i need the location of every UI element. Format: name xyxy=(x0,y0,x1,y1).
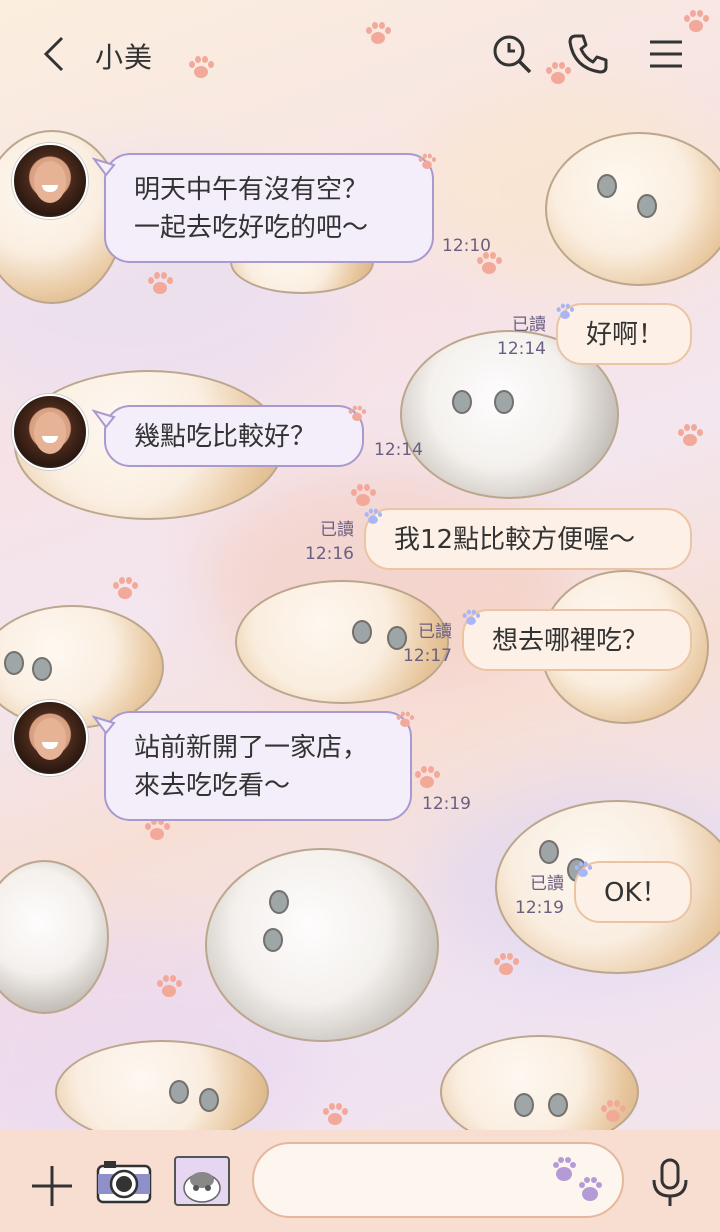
paw-print-icon xyxy=(414,766,440,790)
avatar[interactable] xyxy=(12,394,88,470)
paw-print-icon xyxy=(350,484,376,508)
read-receipt: 已讀 12:14 xyxy=(490,310,546,359)
message-time: 12:14 xyxy=(374,440,423,460)
read-label: 已讀 xyxy=(530,874,564,894)
message-time: 12:16 xyxy=(305,544,354,564)
message-bubble: 好啊！ xyxy=(556,303,692,365)
bubble-tail xyxy=(92,409,116,429)
paw-print-icon xyxy=(322,1103,348,1127)
read-label: 已讀 xyxy=(418,622,452,642)
message-time: 12:10 xyxy=(442,236,491,256)
chat-header: 小美 xyxy=(0,0,720,108)
input-bar xyxy=(0,1130,720,1232)
sticker-icon[interactable] xyxy=(174,1156,230,1206)
message-bubble: 幾點吃比較好？ xyxy=(104,405,364,467)
paw-print-icon xyxy=(396,711,415,729)
bubble-tail xyxy=(92,157,116,177)
paw-print-icon xyxy=(556,303,575,321)
message-bubble: 站前新開了一家店， 來去吃吃看～ xyxy=(104,711,412,821)
paw-print-icon xyxy=(147,272,173,296)
paw-emoji-icon[interactable] xyxy=(550,1152,610,1208)
read-receipt: 已讀 12:16 xyxy=(296,515,354,564)
read-label: 已讀 xyxy=(512,315,546,335)
paw-print-icon xyxy=(348,405,367,423)
paw-print-icon xyxy=(493,953,519,977)
cat-illustration xyxy=(55,1040,269,1144)
paw-print-icon xyxy=(418,153,437,171)
search-icon[interactable] xyxy=(490,32,534,76)
paw-print-icon xyxy=(112,577,138,601)
phone-icon[interactable] xyxy=(566,32,610,76)
menu-icon[interactable] xyxy=(644,32,688,76)
message-bubble: 想去哪裡吃？ xyxy=(462,609,692,671)
paw-print-icon xyxy=(364,508,383,526)
paw-print-icon xyxy=(574,861,593,879)
plus-icon[interactable] xyxy=(30,1164,74,1208)
message-time: 12:17 xyxy=(403,646,452,666)
chat-title: 小美 xyxy=(95,41,154,74)
paw-print-icon xyxy=(462,609,481,627)
message-time: 12:19 xyxy=(422,794,471,814)
paw-print-icon xyxy=(677,424,703,448)
bubble-tail xyxy=(92,715,116,735)
avatar[interactable] xyxy=(12,143,88,219)
avatar[interactable] xyxy=(12,700,88,776)
chevron-left-icon[interactable] xyxy=(36,34,76,74)
message-input[interactable] xyxy=(252,1142,624,1218)
message-bubble: 明天中午有沒有空？ 一起去吃好吃的吧～ xyxy=(104,153,434,263)
cat-illustration xyxy=(205,848,439,1042)
read-label: 已讀 xyxy=(320,520,354,540)
read-receipt: 已讀 12:19 xyxy=(506,869,564,918)
paw-print-icon xyxy=(144,818,170,842)
paw-print-icon xyxy=(600,1100,626,1124)
microphone-icon[interactable] xyxy=(648,1158,692,1208)
message-bubble: 我12點比較方便喔～ xyxy=(364,508,692,570)
cat-illustration xyxy=(545,132,720,286)
message-time: 12:14 xyxy=(497,339,546,359)
paw-print-icon xyxy=(156,975,182,999)
read-receipt: 已讀 12:17 xyxy=(396,617,452,666)
message-time: 12:19 xyxy=(515,898,564,918)
camera-icon[interactable] xyxy=(96,1156,152,1206)
